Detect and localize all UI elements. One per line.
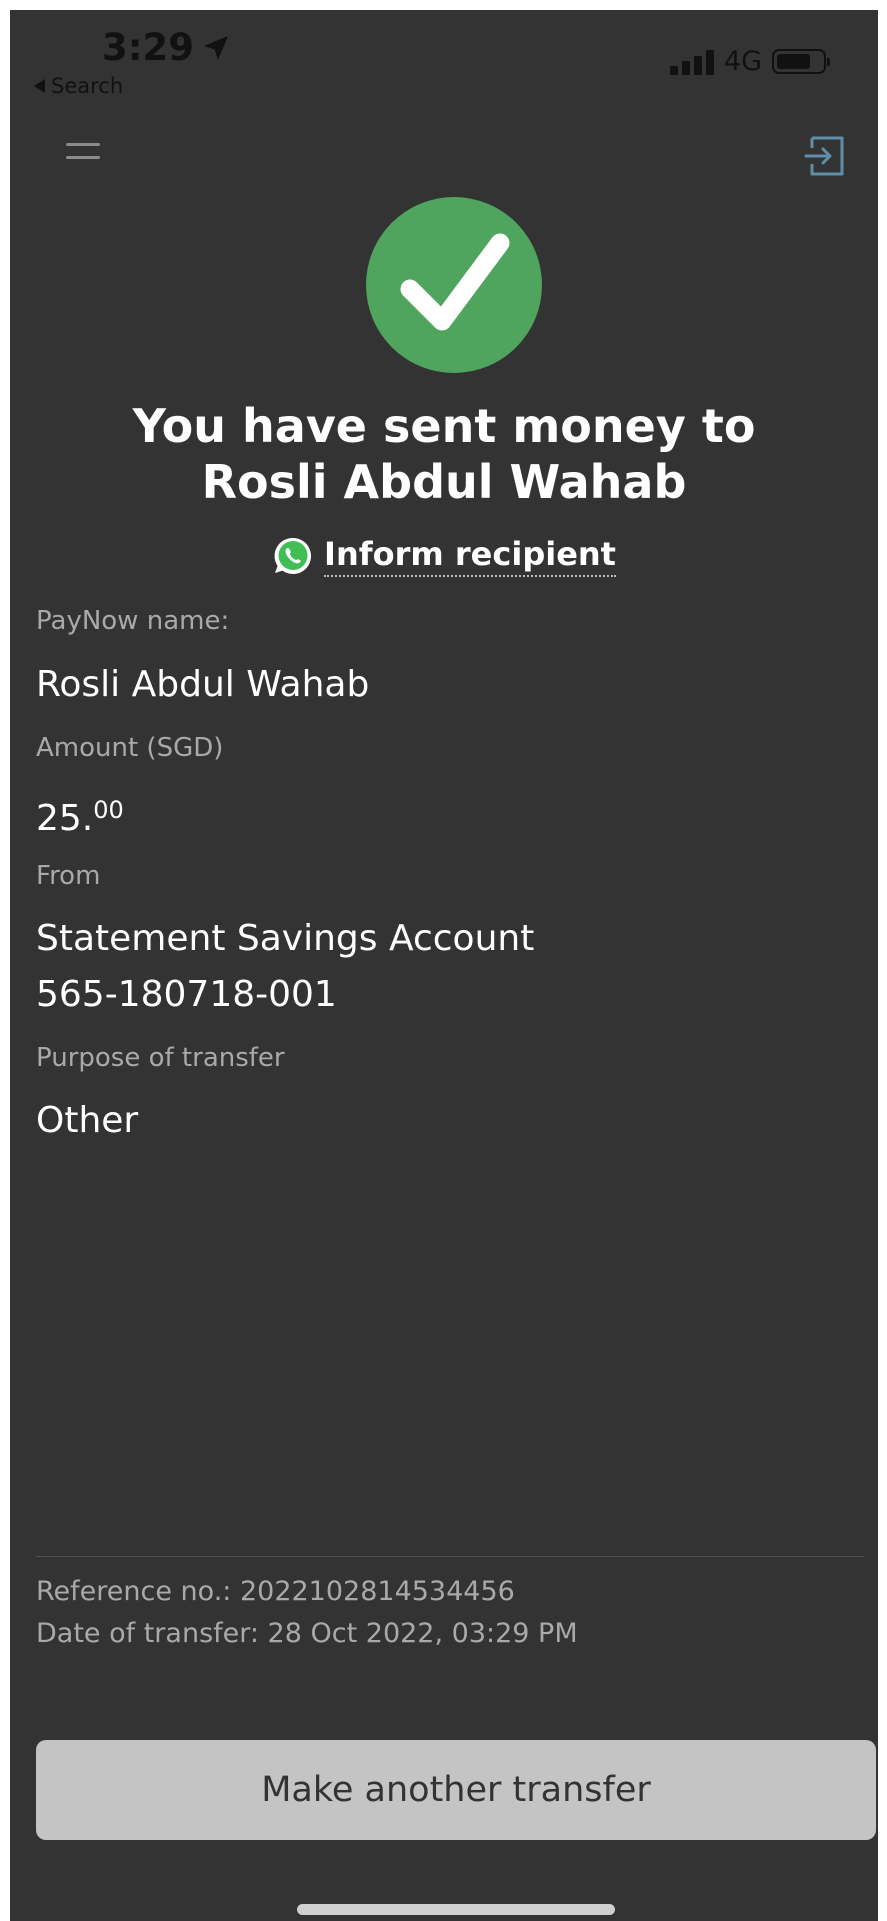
success-headline: You have sent money to Rosli Abdul Wahab: [132, 399, 756, 509]
whatsapp-icon: [274, 537, 312, 574]
success-badge: [366, 197, 542, 373]
back-to-search-label: Search: [51, 74, 124, 98]
checkmark-icon: [400, 233, 510, 331]
network-type: 4G: [723, 46, 762, 77]
logout-icon[interactable]: [804, 134, 848, 178]
status-time-text: 3:29: [102, 26, 195, 69]
battery-icon: [772, 49, 830, 74]
from-label: From: [36, 861, 101, 891]
location-arrow-icon: [204, 35, 229, 60]
purpose-label: Purpose of transfer: [36, 1043, 285, 1073]
from-account-name: Statement Savings Account: [36, 918, 535, 959]
paynow-name-value: Rosli Abdul Wahab: [36, 664, 370, 705]
cellular-signal-icon: [669, 49, 714, 75]
from-account-number: 565-180718-001: [36, 974, 337, 1015]
make-another-transfer-button[interactable]: Make another transfer: [36, 1740, 876, 1840]
inform-recipient-label: Inform recipient: [324, 535, 616, 577]
amount-value: 25.00: [36, 783, 124, 846]
footer-divider: [36, 1556, 864, 1557]
hamburger-menu-icon[interactable]: [66, 143, 100, 165]
app-screen: 3:29 Search 4G You have sent money to Ro…: [10, 10, 878, 1921]
purpose-value: Other: [36, 1100, 139, 1141]
inform-recipient-link[interactable]: Inform recipient: [10, 535, 878, 577]
reference-number: Reference no.: 2022102814534456: [36, 1576, 515, 1607]
amount-label: Amount (SGD): [36, 733, 224, 763]
status-indicators: 4G: [669, 46, 830, 77]
amount-cents: 00: [93, 796, 124, 824]
status-time: 3:29: [102, 26, 232, 69]
back-to-search[interactable]: Search: [34, 74, 123, 98]
amount-whole: 25.: [36, 798, 94, 839]
transfer-date: Date of transfer: 28 Oct 2022, 03:29 PM: [36, 1618, 578, 1649]
paynow-name-label: PayNow name:: [36, 606, 230, 636]
back-triangle-icon: [34, 79, 45, 93]
home-indicator[interactable]: [297, 1904, 615, 1915]
